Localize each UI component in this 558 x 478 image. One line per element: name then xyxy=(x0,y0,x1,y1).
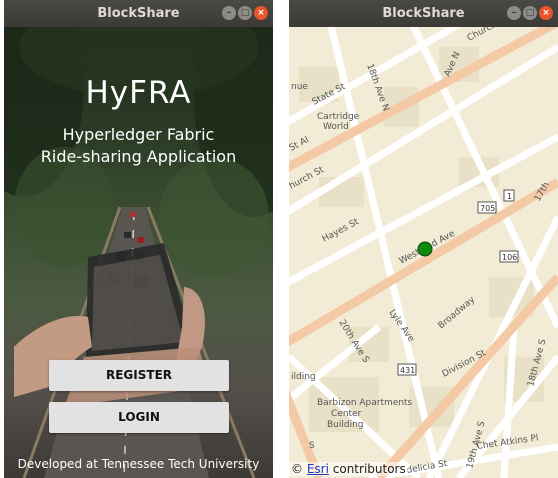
street-map[interactable]: 705 1 106 431 Church Ave N nue State St … xyxy=(289,27,558,478)
app-window-left: BlockShare – □ × HyFRA Hyperledger Fabri… xyxy=(4,0,273,478)
minimize-button[interactable]: – xyxy=(222,6,236,20)
esri-link[interactable]: Esri xyxy=(307,462,329,476)
route-106-badge: 106 xyxy=(502,253,517,262)
window-titlebar[interactable]: BlockShare – □ × xyxy=(289,0,558,27)
map-label: Hayes St xyxy=(321,217,361,245)
map-view[interactable]: 705 1 106 431 Church Ave N nue State St … xyxy=(289,27,558,478)
window-titlebar[interactable]: BlockShare – □ × xyxy=(4,0,273,27)
map-label: delicia St xyxy=(406,459,449,476)
map-label: St Al xyxy=(289,135,311,154)
route-1-badge: 1 xyxy=(507,192,512,201)
close-icon: × xyxy=(257,8,265,18)
minimize-icon: – xyxy=(511,8,517,18)
route-705-badge: 705 xyxy=(480,204,495,213)
close-icon: × xyxy=(542,8,550,18)
login-button[interactable]: LOGIN xyxy=(49,402,229,433)
map-attribution: © Esri contributors xyxy=(289,462,408,476)
window-title: BlockShare xyxy=(97,6,180,21)
close-button[interactable]: × xyxy=(254,6,268,20)
app-subtitle-line1: Hyperledger Fabric xyxy=(62,125,215,144)
map-label: nue xyxy=(291,82,308,92)
map-label: Center xyxy=(331,409,362,419)
minimize-button[interactable]: – xyxy=(507,6,521,20)
maximize-button[interactable]: □ xyxy=(238,6,252,20)
maximize-icon: □ xyxy=(240,8,250,18)
map-label: World xyxy=(323,122,349,132)
map-label: Cartridge xyxy=(317,112,360,122)
close-button[interactable]: × xyxy=(539,6,553,20)
copyright-symbol: © xyxy=(291,462,303,476)
map-label: Barbizon Apartments xyxy=(317,398,413,408)
minimize-icon: – xyxy=(226,8,232,18)
app-subtitle-line2: Ride-sharing Application xyxy=(40,147,237,166)
app-window-right: BlockShare – □ × 705 1 106 431 Church Av… xyxy=(289,0,558,478)
maximize-icon: □ xyxy=(525,8,535,18)
map-label: Church xyxy=(466,27,499,44)
window-title: BlockShare xyxy=(382,6,465,21)
route-431-badge: 431 xyxy=(400,366,415,375)
map-label: Building xyxy=(327,420,364,430)
map-label: ilding xyxy=(291,372,316,382)
location-marker[interactable] xyxy=(417,241,433,257)
login-screen: HyFRA Hyperledger Fabric Ride-sharing Ap… xyxy=(4,27,273,478)
map-label: S xyxy=(309,441,315,451)
maximize-button[interactable]: □ xyxy=(523,6,537,20)
contributors-text: contributors xyxy=(332,462,406,476)
footer-credit: Developed at Tennessee Tech University xyxy=(17,457,260,471)
map-label: Broadway xyxy=(437,295,478,332)
register-button[interactable]: REGISTER xyxy=(49,360,229,391)
app-title: HyFRA xyxy=(85,75,192,111)
